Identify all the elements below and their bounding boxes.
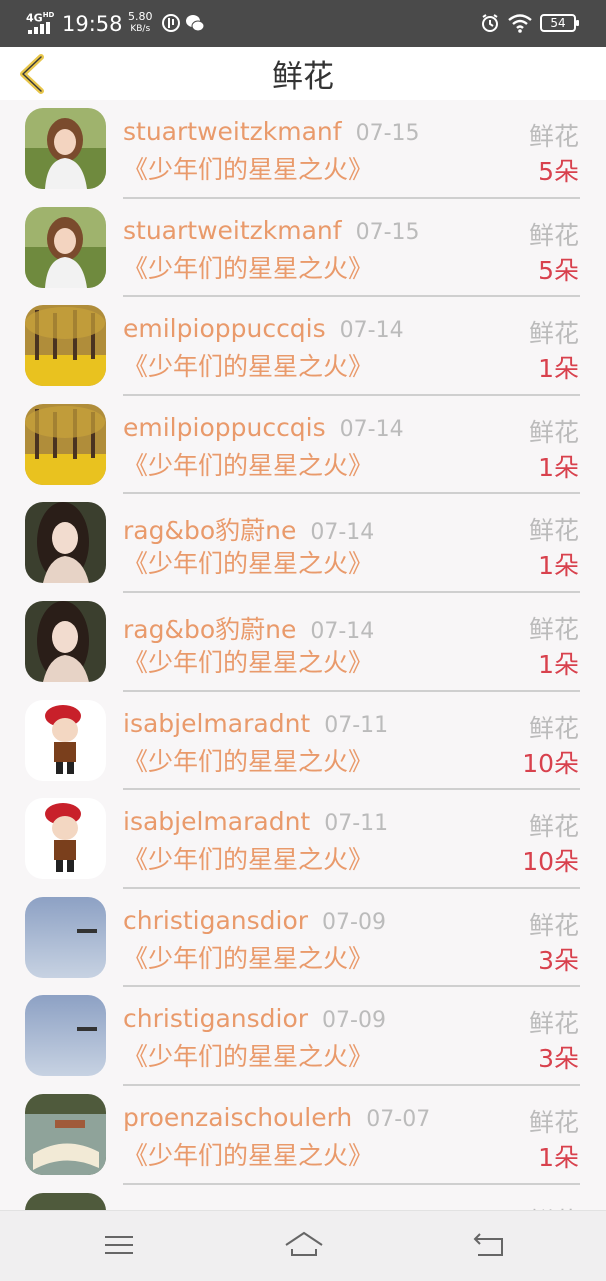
- gift-type: 鲜花: [528, 122, 579, 151]
- gift-count: 10朵: [522, 748, 579, 778]
- header: 鲜花: [0, 47, 606, 100]
- signal-icon: [28, 22, 54, 34]
- back-icon[interactable]: [470, 1229, 506, 1261]
- gift-count: 5朵: [538, 255, 579, 285]
- book-title: 《少年们的星星之火》: [123, 352, 374, 382]
- user-name: christigansdior 07-09: [123, 1004, 386, 1034]
- list-item[interactable]: stuartweitzkmanf 07-15 《少年们的星星之火》 鲜花 5朵: [0, 100, 606, 199]
- book-title: 《少年们的星星之火》: [123, 1042, 374, 1072]
- wechat-icon: [186, 15, 205, 32]
- gift-type: 鲜花: [528, 1107, 579, 1137]
- gift-type: 鲜花: [528, 1009, 579, 1039]
- list-item[interactable]: emilpioppuccqis 07-14 《少年们的星星之火》 鲜花 1朵: [0, 396, 606, 495]
- user-name: rag&bo豹蔚ne 07-14: [123, 516, 375, 546]
- gift-type: 鲜花: [528, 812, 579, 842]
- record-date: 07-14: [310, 520, 375, 546]
- list-item[interactable]: proenzaischoulerh 07-07 《少年们的星星之火》 鲜花 1朵: [0, 1086, 606, 1185]
- record-date: 07-11: [324, 712, 389, 738]
- system-nav-bar: [0, 1210, 606, 1281]
- gift-count: 1朵: [538, 551, 579, 581]
- avatar[interactable]: [25, 896, 106, 978]
- gift-count: 1朵: [538, 452, 579, 482]
- avatar[interactable]: [25, 600, 106, 682]
- page-title: 鲜花: [272, 59, 334, 95]
- user-name: rag&bo豹蔚ne 07-14: [123, 614, 375, 644]
- user-name: stuartweitzkmanf 07-15: [123, 117, 420, 146]
- avatar[interactable]: [25, 502, 106, 584]
- network-speed: 5.80 KB/s: [128, 10, 153, 35]
- list-item[interactable]: stuartweitzkmanf 07-15 《少年们的星星之火》 鲜花 5朵: [0, 199, 606, 298]
- book-title: 《少年们的星星之火》: [123, 155, 374, 184]
- status-time: 19:58: [62, 12, 123, 36]
- avatar[interactable]: [25, 108, 106, 189]
- battery-indicator: 54: [540, 14, 579, 32]
- record-date: 07-14: [310, 618, 375, 644]
- back-button[interactable]: [14, 53, 54, 95]
- book-title: 《少年们的星星之火》: [123, 943, 374, 973]
- gift-type: 鲜花: [528, 220, 579, 250]
- list-item[interactable]: emilpioppuccqis 07-14 《少年们的星星之火》 鲜花 1朵: [0, 297, 606, 396]
- gift-type: 鲜花: [528, 713, 579, 743]
- gift-count: 1朵: [538, 1142, 579, 1172]
- gift-count: 3朵: [538, 1044, 579, 1074]
- gift-type: 鲜花: [528, 319, 579, 349]
- user-name: emilpioppuccqis 07-14: [123, 314, 404, 344]
- user-name: christigansdior 07-09: [123, 905, 386, 935]
- avatar[interactable]: [25, 1093, 106, 1175]
- record-date: 07-15: [355, 121, 420, 146]
- record-date: 07-09: [322, 909, 386, 935]
- list-item[interactable]: christigansdior 07-09 《少年们的星星之火》 鲜花 3朵: [0, 889, 606, 988]
- user-name: stuartweitzkmanf 07-15: [123, 215, 420, 245]
- avatar[interactable]: [25, 206, 106, 288]
- gift-type: 鲜花: [528, 516, 579, 546]
- gift-type: 鲜花: [528, 614, 579, 644]
- list-item[interactable]: 鲜花: [0, 1185, 606, 1210]
- avatar[interactable]: [25, 798, 106, 880]
- record-date: 07-15: [355, 219, 420, 245]
- book-title: 《少年们的星星之火》: [123, 450, 374, 480]
- flower-record-list[interactable]: stuartweitzkmanf 07-15 《少年们的星星之火》 鲜花 5朵 s…: [0, 100, 606, 1210]
- gift-count: 5朵: [538, 157, 579, 186]
- record-date: 07-14: [339, 416, 404, 442]
- gift-type: 鲜花: [529, 1202, 579, 1210]
- book-title: 《少年们的星星之火》: [123, 845, 374, 875]
- record-date: 07-09: [322, 1008, 386, 1034]
- gift-type: 鲜花: [528, 417, 579, 447]
- book-title: 《少年们的星星之火》: [123, 1140, 374, 1170]
- record-date: 07-07: [366, 1106, 431, 1132]
- avatar[interactable]: [25, 403, 106, 485]
- avatar[interactable]: [25, 995, 106, 1077]
- alarm-icon: [482, 14, 498, 32]
- user-name: proenzaischoulerh 07-07: [123, 1102, 431, 1132]
- status-bar: 4GHD 19:58 5.80 KB/s 54: [0, 0, 606, 47]
- gift-count: 1朵: [538, 649, 579, 679]
- menu-icon[interactable]: [101, 1229, 137, 1261]
- home-icon[interactable]: [284, 1229, 324, 1261]
- gift-type: 鲜花: [528, 910, 579, 940]
- avatar[interactable]: [25, 699, 106, 781]
- user-name: isabjelmaradnt 07-11: [123, 708, 389, 738]
- book-title: 《少年们的星星之火》: [123, 549, 374, 579]
- list-item[interactable]: isabjelmaradnt 07-11 《少年们的星星之火》 鲜花 10朵: [0, 790, 606, 889]
- list-item[interactable]: rag&bo豹蔚ne 07-14 《少年们的星星之火》 鲜花 1朵: [0, 494, 606, 593]
- user-name: isabjelmaradnt 07-11: [123, 807, 389, 837]
- avatar[interactable]: [25, 1192, 106, 1210]
- book-title: 《少年们的星星之火》: [123, 253, 374, 283]
- notification-app-icon: [162, 14, 180, 32]
- avatar[interactable]: [25, 305, 106, 387]
- gift-count: 3朵: [538, 945, 579, 975]
- gift-count: 10朵: [522, 847, 579, 877]
- gift-count: 1朵: [538, 354, 579, 384]
- record-date: 07-14: [339, 318, 404, 344]
- record-date: 07-11: [324, 811, 389, 837]
- wifi-icon: [508, 14, 532, 33]
- list-item[interactable]: christigansdior 07-09 《少年们的星星之火》 鲜花 3朵: [0, 987, 606, 1086]
- list-item[interactable]: isabjelmaradnt 07-11 《少年们的星星之火》 鲜花 10朵: [0, 692, 606, 791]
- user-name: emilpioppuccqis 07-14: [123, 412, 404, 442]
- book-title: 《少年们的星星之火》: [123, 746, 374, 776]
- book-title: 《少年们的星星之火》: [123, 647, 374, 677]
- list-item[interactable]: rag&bo豹蔚ne 07-14 《少年们的星星之火》 鲜花 1朵: [0, 593, 606, 692]
